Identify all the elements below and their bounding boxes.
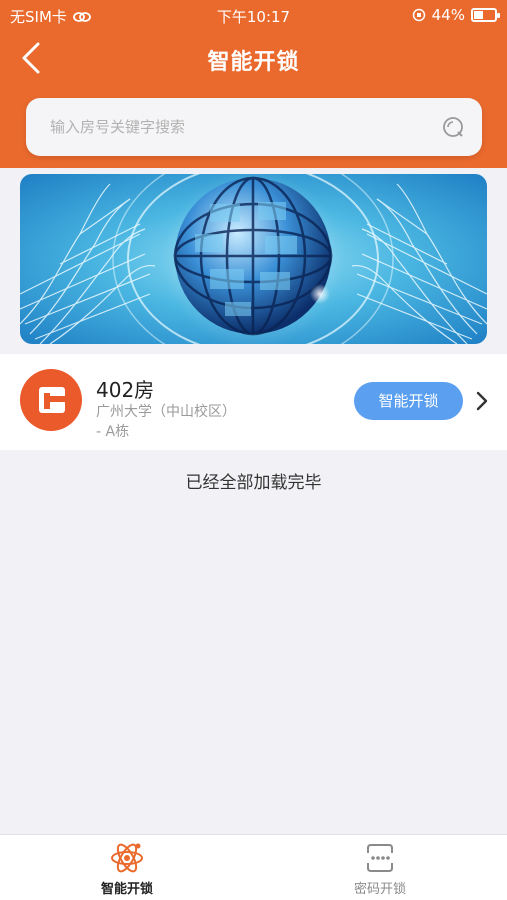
- search-icon[interactable]: [442, 116, 464, 138]
- list-end-message: 已经全部加载完毕: [185, 473, 322, 493]
- battery-fill: [474, 11, 483, 19]
- banner-image[interactable]: [20, 174, 487, 344]
- tab-smart-unlock[interactable]: 智能开锁: [57, 841, 197, 897]
- keypad-icon: [367, 844, 393, 872]
- battery-icon: [471, 8, 500, 22]
- room-location: 广州大学（中山校区） - A栋: [96, 402, 326, 442]
- room-list-item[interactable]: 402房 广州大学（中山校区） - A栋 智能开锁: [0, 354, 507, 450]
- page-title: 智能开锁: [207, 50, 300, 75]
- search-box[interactable]: [26, 98, 482, 156]
- room-location-line2: - A栋: [96, 424, 130, 440]
- atom-icon: [111, 843, 143, 873]
- room-location-line1: 广州大学（中山校区）: [96, 404, 236, 420]
- orientation-lock-icon: [412, 8, 425, 22]
- tab-label: 智能开锁: [100, 882, 153, 897]
- globe-hands-illustration: [20, 174, 487, 344]
- header: 无SIM卡 下午10:17 44% 智能开锁: [0, 0, 507, 168]
- battery-percent: 44%: [431, 6, 465, 24]
- tab-password-unlock[interactable]: 密码开锁: [310, 841, 450, 897]
- status-bar: 无SIM卡 下午10:17 44%: [0, 0, 507, 30]
- room-avatar: [20, 369, 82, 431]
- search-input[interactable]: [50, 98, 430, 156]
- tab-label: 密码开锁: [353, 882, 406, 897]
- smart-unlock-button[interactable]: 智能开锁: [354, 382, 463, 420]
- chevron-right-icon[interactable]: [474, 388, 490, 414]
- door-lock-icon: [39, 387, 66, 413]
- room-name: 402房: [96, 378, 155, 402]
- tab-bar: 智能开锁 密码开锁: [0, 834, 507, 900]
- status-right: 44%: [412, 6, 500, 24]
- nav-bar: 智能开锁: [0, 30, 507, 90]
